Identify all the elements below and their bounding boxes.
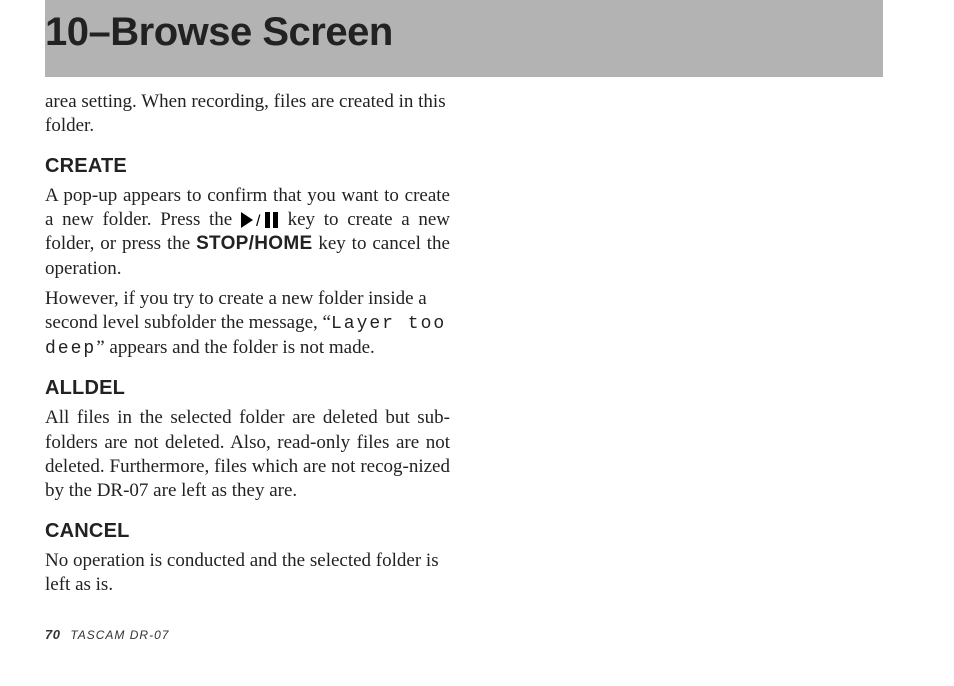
alldel-paragraph-1: All files in the selected folder are del… [45,406,450,503]
section-heading-alldel: ALLDEL [45,377,450,400]
chapter-title: 10–Browse Screen [45,10,883,54]
product-model: TASCAM DR-07 [70,628,169,642]
intro-paragraph: area setting. When recording, files are … [45,90,450,139]
create-paragraph-2: However, if you try to create a new fold… [45,287,450,361]
stop-home-key-label: STOP/HOME [196,233,312,254]
page-number: 70 [45,627,60,642]
body-column: area setting. When recording, files are … [45,90,450,603]
section-heading-cancel: CANCEL [45,520,450,543]
play-pause-icon: / [241,212,279,228]
svg-text:/: / [256,213,261,228]
page-footer: 70 TASCAM DR-07 [45,627,169,642]
chapter-header-bar: 10–Browse Screen [45,0,883,77]
section-heading-create: CREATE [45,155,450,178]
manual-page: 10–Browse Screen area setting. When reco… [0,0,954,686]
create-p2-text-b: ” appears and the folder is not made. [96,337,375,358]
create-paragraph-1: A pop-up appears to confirm that you wan… [45,184,450,281]
cancel-paragraph-1: No operation is conducted and the select… [45,549,450,598]
